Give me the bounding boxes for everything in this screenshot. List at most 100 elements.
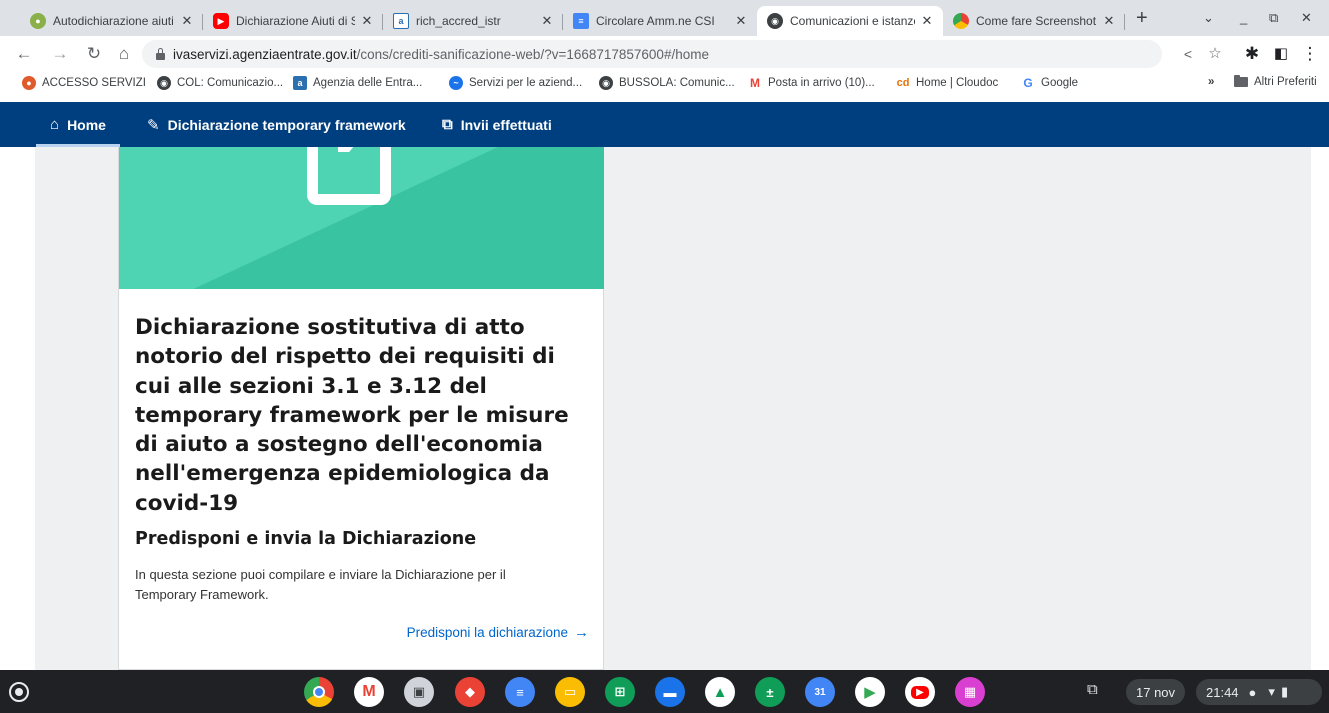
bookmark-label: COL: Comunicazio... (177, 77, 284, 89)
bookmark-col[interactable]: ◉ COL: Comunicazio... (157, 76, 283, 90)
bookmark-gmail[interactable]: M Posta in arrivo (10)... (748, 76, 875, 90)
url-host: ivaservizi.agenziaentrate.gov.it (173, 46, 357, 62)
tab-separator (1124, 14, 1125, 30)
window-close-icon[interactable]: ✕ (1301, 10, 1312, 26)
bookmark-accesso-servizi[interactable]: ● ACCESSO SERVIZI (22, 76, 146, 90)
bookmarks-bar: ● ACCESSO SERVIZI ◉ COL: Comunicazio... … (0, 72, 1329, 96)
address-bar[interactable]: ivaservizi.agenziaentrate.gov.it/cons/cr… (142, 40, 1162, 68)
close-icon[interactable]: ✕ (539, 13, 555, 29)
pdf-icon: a (393, 13, 409, 29)
bookmark-servizi[interactable]: ~ Servizi per le aziend... (449, 76, 582, 90)
bookmark-label: BUSSOLA: Comunic... (619, 77, 735, 89)
close-icon[interactable]: ✕ (359, 13, 375, 29)
calendar-icon[interactable]: 31 (805, 677, 835, 707)
tab-title: rich_accred_istr (416, 14, 501, 28)
cloudoc-icon: cd (896, 76, 910, 90)
google-icon: G (1021, 76, 1035, 90)
gmail-icon[interactable]: M (354, 677, 384, 707)
globe-icon: ◉ (767, 13, 783, 29)
youtube-icon[interactable]: ▶ (905, 677, 935, 707)
gmail-icon: M (748, 76, 762, 90)
tab-search-icon[interactable]: ⌄ (1203, 10, 1214, 26)
tab-comunicazioni[interactable]: ◉ Comunicazioni e istanze ✕ (757, 6, 943, 36)
tab-title: Dichiarazione Aiuti di St (236, 14, 355, 28)
bookmark-google[interactable]: G Google (1021, 76, 1078, 90)
minimize-icon[interactable]: _ (1240, 10, 1247, 25)
prepare-declaration-link[interactable]: Predisponi la dichiarazione → (407, 624, 589, 641)
new-tab-button[interactable]: + (1136, 8, 1148, 28)
date-indicator[interactable]: 17 nov (1126, 679, 1186, 705)
other-bookmarks-folder[interactable]: Altri Preferiti (1234, 75, 1317, 88)
calculator-icon[interactable]: ± (755, 677, 785, 707)
close-icon[interactable]: ✕ (919, 13, 935, 29)
card-body: Dichiarazione sostitutiva di atto notori… (135, 313, 591, 605)
card-banner (119, 147, 604, 289)
browser-toolbar: ← → ↻ ⌂ ivaservizi.agenziaentrate.gov.it… (0, 36, 1329, 72)
tab-circolare[interactable]: ≡ Circolare Amm.ne CSI ✕ (563, 6, 757, 36)
bookmark-agenzia[interactable]: a Agenzia delle Entra... (293, 76, 422, 90)
gallery-icon[interactable]: ▦ (955, 677, 985, 707)
page-content: Dichiarazione sostitutiva di atto notori… (0, 147, 1329, 670)
reload-icon[interactable]: ↻ (82, 42, 106, 66)
share-icon[interactable]: < (1176, 42, 1200, 66)
lock-icon (156, 47, 165, 60)
tab-rich-accred[interactable]: a rich_accred_istr ✕ (383, 6, 563, 36)
nav-declaration[interactable]: ✎ Dichiarazione temporary framework (147, 102, 406, 147)
home-icon[interactable]: ⌂ (112, 42, 136, 66)
folder-icon (1234, 75, 1248, 87)
camera-icon[interactable]: ▣ (404, 677, 434, 707)
nav-declaration-label: Dichiarazione temporary framework (167, 116, 406, 133)
drive-icon[interactable]: ▲ (705, 677, 735, 707)
back-icon[interactable]: ← (12, 42, 36, 66)
bookmark-bussola[interactable]: ◉ BUSSOLA: Comunic... (599, 76, 735, 90)
nav-home-label: Home (67, 116, 106, 133)
declaration-card: Dichiarazione sostitutiva di atto notori… (118, 147, 604, 670)
other-bookmarks-label: Altri Preferiti (1254, 76, 1317, 88)
tab-screenshot[interactable]: Come fare Screenshot ✕ (943, 6, 1125, 36)
bookmark-label: Agenzia delle Entra... (313, 77, 423, 89)
screen-capture-icon[interactable]: ⧉ (1087, 681, 1098, 698)
globe-icon: ◉ (157, 76, 171, 90)
close-icon[interactable]: ✕ (733, 13, 749, 29)
tab-title: Circolare Amm.ne CSI (596, 14, 715, 28)
slides-icon[interactable]: ▭ (555, 677, 585, 707)
nav-home[interactable]: ⌂ Home (36, 102, 120, 147)
remote-desktop-icon[interactable]: ◆ (455, 677, 485, 707)
tab-title: Comunicazioni e istanze (790, 14, 915, 28)
launcher-icon[interactable] (9, 682, 29, 702)
forward-icon[interactable]: → (48, 42, 72, 66)
sheets-icon[interactable]: ⊞ (605, 677, 635, 707)
battery-icon: ▮ (1280, 684, 1289, 699)
card-description: In questa sezione puoi compilare e invia… (135, 567, 506, 603)
prepare-declaration-label: Predisponi la dichiarazione (406, 625, 568, 640)
tab-dichiarazione-aiuti[interactable]: ▶ Dichiarazione Aiuti di St ✕ (203, 6, 383, 36)
restore-icon[interactable]: ⧉ (1269, 10, 1278, 26)
docs-icon[interactable]: ≡ (505, 677, 535, 707)
bookmark-cloudoc[interactable]: cd Home | Cloudoc (896, 76, 998, 90)
menu-icon[interactable]: ⋮ (1298, 42, 1322, 66)
home-icon: ⌂ (50, 116, 60, 133)
tab-autodichiarazione[interactable]: ● Autodichiarazione aiuti ✕ (20, 6, 203, 36)
nav-sent[interactable]: ⧉ Invii effettuati (442, 102, 552, 147)
close-icon[interactable]: ✕ (179, 13, 195, 29)
extensions-icon[interactable]: ✱ (1240, 42, 1264, 66)
play-store-icon[interactable]: ▶ (855, 677, 885, 707)
site-nav: ⌂ Home ✎ Dichiarazione temporary framewo… (0, 102, 1329, 147)
agenzia-entrate-icon: ● (30, 13, 46, 29)
close-icon[interactable]: ✕ (1101, 13, 1117, 29)
tab-title: Come fare Screenshot (976, 14, 1097, 28)
edit-icon: ✎ (147, 116, 160, 134)
card-title: Dichiarazione sostitutiva di atto notori… (135, 315, 569, 516)
system-tray[interactable]: 21:44 ● ▾ ▮ (1196, 679, 1322, 705)
more-bookmarks-button[interactable]: » (1208, 76, 1214, 88)
bookmark-star-icon[interactable]: ☆ (1203, 42, 1227, 66)
copy-icon: ⧉ (442, 116, 453, 133)
chrome-icon[interactable] (304, 677, 334, 707)
side-panel-icon[interactable]: ◧ (1269, 42, 1293, 66)
arrow-right-icon: → (574, 624, 589, 641)
files-icon[interactable]: ▬ (655, 677, 685, 707)
card-subtitle: Predisponi e invia la Dichiarazione (135, 529, 477, 550)
tab-title: Autodichiarazione aiuti (53, 14, 174, 28)
bookmark-label: ACCESSO SERVIZI (42, 77, 146, 89)
servizi-icon: ~ (449, 76, 463, 90)
